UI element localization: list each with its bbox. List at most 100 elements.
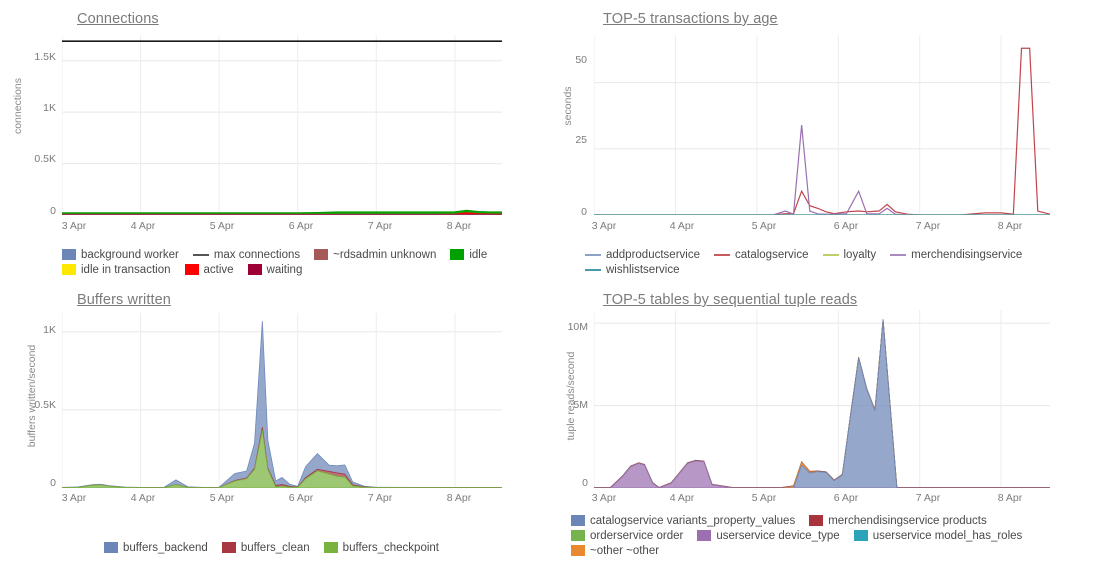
legend-item[interactable]: wishlistservice (585, 262, 680, 277)
plot-area-transactions-by-age[interactable] (594, 35, 1050, 215)
legend-swatch-icon (450, 249, 465, 260)
y-tick-label: 5M (573, 399, 588, 411)
legend-item[interactable]: buffers_backend (104, 540, 208, 555)
y-tick-label: 1K (43, 102, 56, 114)
y-tick-label: 0 (581, 206, 587, 218)
y-tick-label: 1K (43, 324, 56, 336)
legend-swatch-icon (571, 530, 585, 541)
panel-transactions-by-age: TOP-5 transactions by age seconds 50 25 … (548, 0, 1095, 285)
legend-item-label: merchendisingservice products (828, 514, 987, 527)
legend-item-label: idle in transaction (81, 263, 171, 276)
legend-item[interactable]: idle in transaction (62, 262, 171, 277)
x-tick-label: 4 Apr (130, 492, 156, 504)
legend-item-label: active (203, 263, 234, 276)
x-tick-label: 7 Apr (367, 220, 393, 232)
panel-connections: Connections connections 1.5K 1K 0.5K 0 3… (0, 0, 548, 285)
legend-item-label: ~other ~other (590, 544, 660, 557)
x-tick-label: 7 Apr (915, 492, 941, 504)
legend-item[interactable]: waiting (247, 262, 302, 277)
legend-item[interactable]: merchendisingservice products (809, 513, 987, 528)
legend-item-label: buffers_backend (123, 541, 208, 554)
legend-item-label: buffers_checkpoint (342, 541, 439, 554)
plot-area-buffers-written[interactable] (62, 313, 502, 488)
plot-area-connections[interactable] (62, 35, 502, 215)
legend-item-label: idle (469, 248, 488, 261)
legend-item[interactable]: active (184, 262, 234, 277)
legend-item-label: loyalty (843, 248, 877, 261)
legend-item[interactable]: idle (450, 247, 487, 262)
legend-item[interactable]: ~other ~other (571, 543, 659, 558)
panel-title-tables-by-seq-tuple-reads[interactable]: TOP-5 tables by sequential tuple reads (603, 292, 857, 308)
x-tick-label: 5 Apr (209, 492, 235, 504)
x-tick-label: 4 Apr (669, 220, 695, 232)
legend-item[interactable]: userservice device_type (697, 528, 840, 543)
x-tick-label: 8 Apr (997, 492, 1023, 504)
x-tick-label: 6 Apr (288, 220, 314, 232)
legend-item[interactable]: catalogservice (713, 247, 809, 262)
legend-transactions-by-age: addproductservice catalogservice loyalty… (585, 247, 1065, 277)
legend-item[interactable]: background worker (62, 247, 179, 262)
panel-title-connections[interactable]: Connections (77, 11, 159, 27)
x-tick-label: 8 Apr (446, 220, 472, 232)
legend-swatch-icon (221, 542, 236, 553)
y-tick-label: 0 (582, 477, 588, 489)
legend-swatch-icon (314, 249, 329, 260)
y-tick-label: 0 (50, 205, 56, 217)
x-tick-label: 8 Apr (997, 220, 1023, 232)
legend-swatch-icon (713, 253, 730, 256)
legend-swatch-icon (184, 264, 199, 275)
y-tick-label: 1.5K (34, 51, 56, 63)
legend-item[interactable]: max connections (192, 247, 300, 262)
legend-swatch-icon (853, 530, 868, 541)
legend-item-label: wishlistservice (606, 263, 680, 276)
legend-item-label: merchendisingservice (911, 248, 1023, 261)
legend-swatch-icon (323, 542, 338, 553)
panel-tables-by-seq-tuple-reads: TOP-5 tables by sequential tuple reads t… (548, 285, 1095, 569)
legend-item[interactable]: addproductservice (585, 247, 700, 262)
x-tick-label: 6 Apr (833, 492, 859, 504)
y-axis-label-buffers: buffers written/second (26, 344, 38, 448)
legend-item[interactable]: catalogservice variants_property_values (571, 513, 795, 528)
y-tick-label: 0 (50, 477, 56, 489)
y-tick-label: 0.5K (34, 153, 56, 165)
x-tick-label: 8 Apr (446, 492, 472, 504)
x-tick-label: 3 Apr (61, 492, 87, 504)
x-tick-label: 3 Apr (591, 220, 617, 232)
legend-item-label: background worker (81, 248, 179, 261)
legend-item-label: addproductservice (606, 248, 700, 261)
panel-title-buffers-written[interactable]: Buffers written (77, 292, 171, 308)
plot-area-tables-by-seq-tuple-reads[interactable] (594, 310, 1050, 488)
legend-item[interactable]: buffers_checkpoint (323, 540, 439, 555)
legend-item[interactable]: merchendisingservice (890, 247, 1022, 262)
x-tick-label: 5 Apr (751, 220, 777, 232)
x-tick-label: 7 Apr (367, 492, 393, 504)
legend-item-label: catalogservice variants_property_values (590, 514, 796, 527)
x-tick-label: 3 Apr (591, 492, 617, 504)
panel-title-transactions-by-age[interactable]: TOP-5 transactions by age (603, 11, 778, 27)
legend-swatch-icon (571, 545, 585, 556)
legend-item[interactable]: orderservice order (571, 528, 683, 543)
y-tick-label: 10M (567, 321, 588, 333)
legend-swatch-icon (890, 253, 907, 256)
legend-item-label: catalogservice (734, 248, 809, 261)
legend-item[interactable]: buffers_clean (221, 540, 310, 555)
metrics-dashboard: Connections connections 1.5K 1K 0.5K 0 3… (0, 0, 1095, 569)
x-tick-label: 7 Apr (915, 220, 941, 232)
legend-item[interactable]: userservice model_has_roles (853, 528, 1022, 543)
legend-swatch-icon (697, 530, 712, 541)
x-tick-label: 4 Apr (130, 220, 156, 232)
legend-item[interactable]: ~rdsadmin unknown (314, 247, 436, 262)
legend-swatch-icon (62, 264, 76, 275)
legend-swatch-icon (247, 264, 262, 275)
x-tick-label: 5 Apr (209, 220, 235, 232)
legend-swatch-icon (571, 515, 585, 526)
legend-swatch-icon (809, 515, 824, 526)
x-tick-label: 5 Apr (751, 492, 777, 504)
x-tick-label: 6 Apr (288, 492, 314, 504)
legend-item[interactable]: loyalty (822, 247, 877, 262)
y-axis-label-tuple-reads: tuple reads/second (565, 351, 577, 441)
panel-buffers-written: Buffers written buffers written/second 1… (0, 285, 548, 569)
legend-item-label: ~rdsadmin unknown (333, 248, 437, 261)
legend-tables-by-seq-tuple-reads: catalogservice variants_property_values … (571, 513, 1071, 558)
legend-swatch-icon (585, 253, 601, 256)
